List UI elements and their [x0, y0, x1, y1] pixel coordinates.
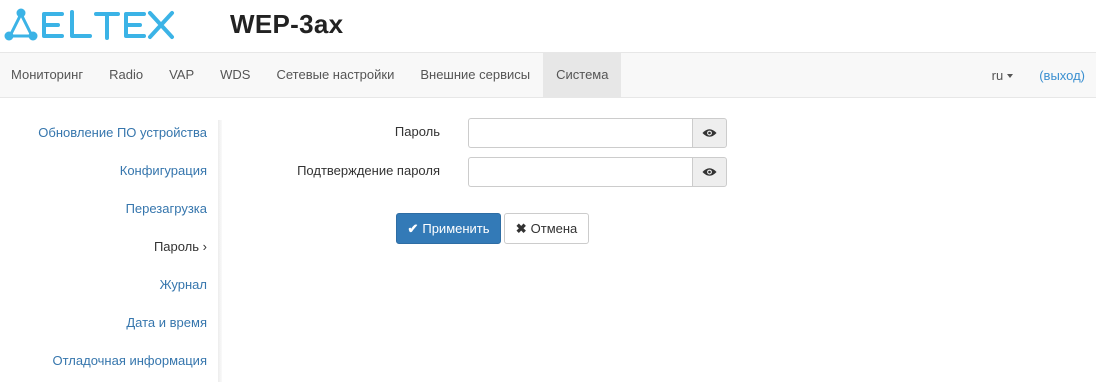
cancel-button-label: Отмена	[530, 221, 578, 236]
confirm-password-input[interactable]	[468, 157, 692, 187]
sidebar-divider	[218, 120, 222, 382]
product-title: WEP-3ax	[230, 9, 344, 39]
language-label: ru	[991, 67, 1004, 83]
logout-link[interactable]: (выход)	[1039, 68, 1085, 83]
sidebar-item-log[interactable]: Журнал	[0, 269, 221, 307]
language-dropdown[interactable]: ru	[992, 68, 1014, 83]
show-password-button[interactable]	[692, 118, 727, 148]
nav-item-vap[interactable]: VAP	[156, 53, 207, 97]
eltex-logo	[4, 8, 174, 41]
nav-item-external-services[interactable]: Внешние сервисы	[407, 53, 543, 97]
main-menu: Мониторинг Radio VAP WDS Сетевые настрой…	[0, 53, 622, 97]
eye-icon	[702, 168, 717, 176]
confirm-password-input-group	[468, 157, 727, 187]
apply-button-label: Применить	[422, 221, 490, 236]
confirm-password-label: Подтверждение пароля	[297, 163, 440, 178]
sidebar-item-reboot[interactable]: Перезагрузка	[0, 193, 221, 231]
header: WEP-3ax	[0, 0, 1096, 52]
check-icon: ✔	[407, 220, 419, 236]
password-input[interactable]	[468, 118, 692, 148]
close-icon: ✖	[515, 220, 527, 236]
sidebar: Обновление ПО устройства Конфигурация Пе…	[0, 117, 221, 383]
sidebar-item-configuration[interactable]: Конфигурация	[0, 155, 221, 193]
nav-item-wds[interactable]: WDS	[207, 53, 263, 97]
top-navbar: Мониторинг Radio VAP WDS Сетевые настрой…	[0, 52, 1096, 98]
nav-right: ru (выход)	[992, 53, 1085, 97]
sidebar-item-date-time[interactable]: Дата и время	[0, 307, 221, 345]
cancel-button[interactable]: ✖ Отмена	[504, 213, 589, 244]
caret-down-icon	[1007, 74, 1014, 79]
eye-icon	[702, 129, 717, 137]
apply-button[interactable]: ✔ Применить	[396, 213, 501, 244]
sidebar-item-firmware-update[interactable]: Обновление ПО устройства	[0, 117, 221, 155]
password-label: Пароль	[394, 124, 440, 139]
nav-item-radio[interactable]: Radio	[96, 53, 156, 97]
nav-item-monitoring[interactable]: Мониторинг	[0, 53, 96, 97]
nav-item-system[interactable]: Система	[543, 53, 622, 97]
sidebar-item-debug-info[interactable]: Отладочная информация	[0, 345, 221, 383]
password-input-group	[468, 118, 727, 148]
show-confirm-password-button[interactable]	[692, 157, 727, 187]
sidebar-item-password[interactable]: Пароль ›	[0, 231, 221, 269]
nav-item-network-settings[interactable]: Сетевые настройки	[263, 53, 407, 97]
